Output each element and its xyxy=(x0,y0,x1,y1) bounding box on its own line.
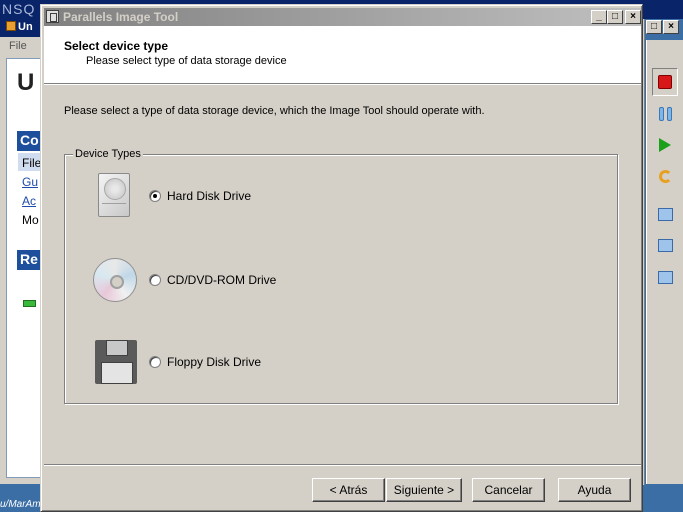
label-hard-disk[interactable]: Hard Disk Drive xyxy=(167,189,251,203)
host-close-button[interactable]: × xyxy=(663,20,679,34)
snapshot-button[interactable] xyxy=(654,266,676,288)
image-tool-dialog: Parallels Image Tool _ □ × Select device… xyxy=(40,4,643,512)
next-button[interactable]: Siguiente > xyxy=(386,478,462,502)
snapshot-icon xyxy=(657,270,673,284)
close-button[interactable]: × xyxy=(625,10,641,24)
screenshot-icon xyxy=(657,238,673,252)
image-tool-icon xyxy=(46,10,59,23)
link-gu[interactable]: Gu xyxy=(22,175,38,189)
reset-icon xyxy=(658,169,672,183)
pause-button[interactable] xyxy=(654,103,676,125)
section-header: Co xyxy=(17,131,40,151)
background-window-title: Un xyxy=(0,19,41,37)
fit-window-icon xyxy=(657,207,673,221)
dialog-title: Parallels Image Tool xyxy=(63,10,179,24)
host-maximize-button[interactable]: □ xyxy=(646,20,662,34)
pause-icon xyxy=(657,107,673,121)
device-types-group: Device Types Hard Disk Drive CD/DVD-ROM … xyxy=(64,148,618,404)
wizard-step-subtitle: Please select type of data storage devic… xyxy=(86,55,287,67)
link-ac[interactable]: Ac xyxy=(22,194,36,208)
minimize-button[interactable]: _ xyxy=(591,10,607,24)
cancel-button[interactable]: Cancelar xyxy=(472,478,545,502)
dialog-title-bar: Parallels Image Tool _ □ × xyxy=(44,8,641,26)
label-cd-rom[interactable]: CD/DVD-ROM Drive xyxy=(167,273,276,287)
reset-button[interactable] xyxy=(654,165,676,187)
page-heading: U xyxy=(17,69,35,96)
floppy-disk-icon xyxy=(90,338,138,386)
background-page: U Co File Gu Ac Mo Re xyxy=(6,58,41,478)
host-logo: NSQ xyxy=(2,1,36,17)
footer-separator xyxy=(44,464,641,466)
back-button[interactable]: < Atrás xyxy=(312,478,385,502)
instruction-text: Please select a type of data storage dev… xyxy=(64,105,485,117)
list-item-mo[interactable]: Mo xyxy=(22,213,39,227)
cd-rom-icon xyxy=(90,256,138,304)
radio-cd-rom[interactable] xyxy=(149,274,161,286)
device-option-cdrom[interactable]: CD/DVD-ROM Drive xyxy=(65,256,365,304)
menu-file[interactable]: File xyxy=(0,38,41,56)
vm-toolbar xyxy=(646,40,683,484)
section-header-2: Re xyxy=(17,250,40,270)
device-option-floppy[interactable]: Floppy Disk Drive xyxy=(65,338,365,386)
stop-button[interactable] xyxy=(652,68,678,96)
fit-window-button[interactable] xyxy=(654,203,676,225)
label-floppy[interactable]: Floppy Disk Drive xyxy=(167,355,261,369)
wizard-header: Select device type Please select type of… xyxy=(44,26,641,85)
stop-icon xyxy=(658,75,672,89)
help-button[interactable]: Ayuda xyxy=(558,478,631,502)
radio-hard-disk[interactable] xyxy=(149,190,161,202)
status-bar-text: u/MarAmLite xyxy=(0,484,41,512)
app-icon xyxy=(6,21,16,31)
wizard-step-title: Select device type xyxy=(64,39,169,53)
play-button[interactable] xyxy=(654,134,676,156)
device-types-label: Device Types xyxy=(73,148,143,160)
screenshot-button[interactable] xyxy=(654,234,676,256)
device-option-hdd[interactable]: Hard Disk Drive xyxy=(65,172,365,220)
play-icon xyxy=(659,138,671,152)
radio-floppy[interactable] xyxy=(149,356,161,368)
status-indicator-icon xyxy=(23,300,36,307)
maximize-button[interactable]: □ xyxy=(607,10,623,24)
list-item-file[interactable]: File xyxy=(22,156,40,170)
hard-disk-icon xyxy=(90,172,138,220)
